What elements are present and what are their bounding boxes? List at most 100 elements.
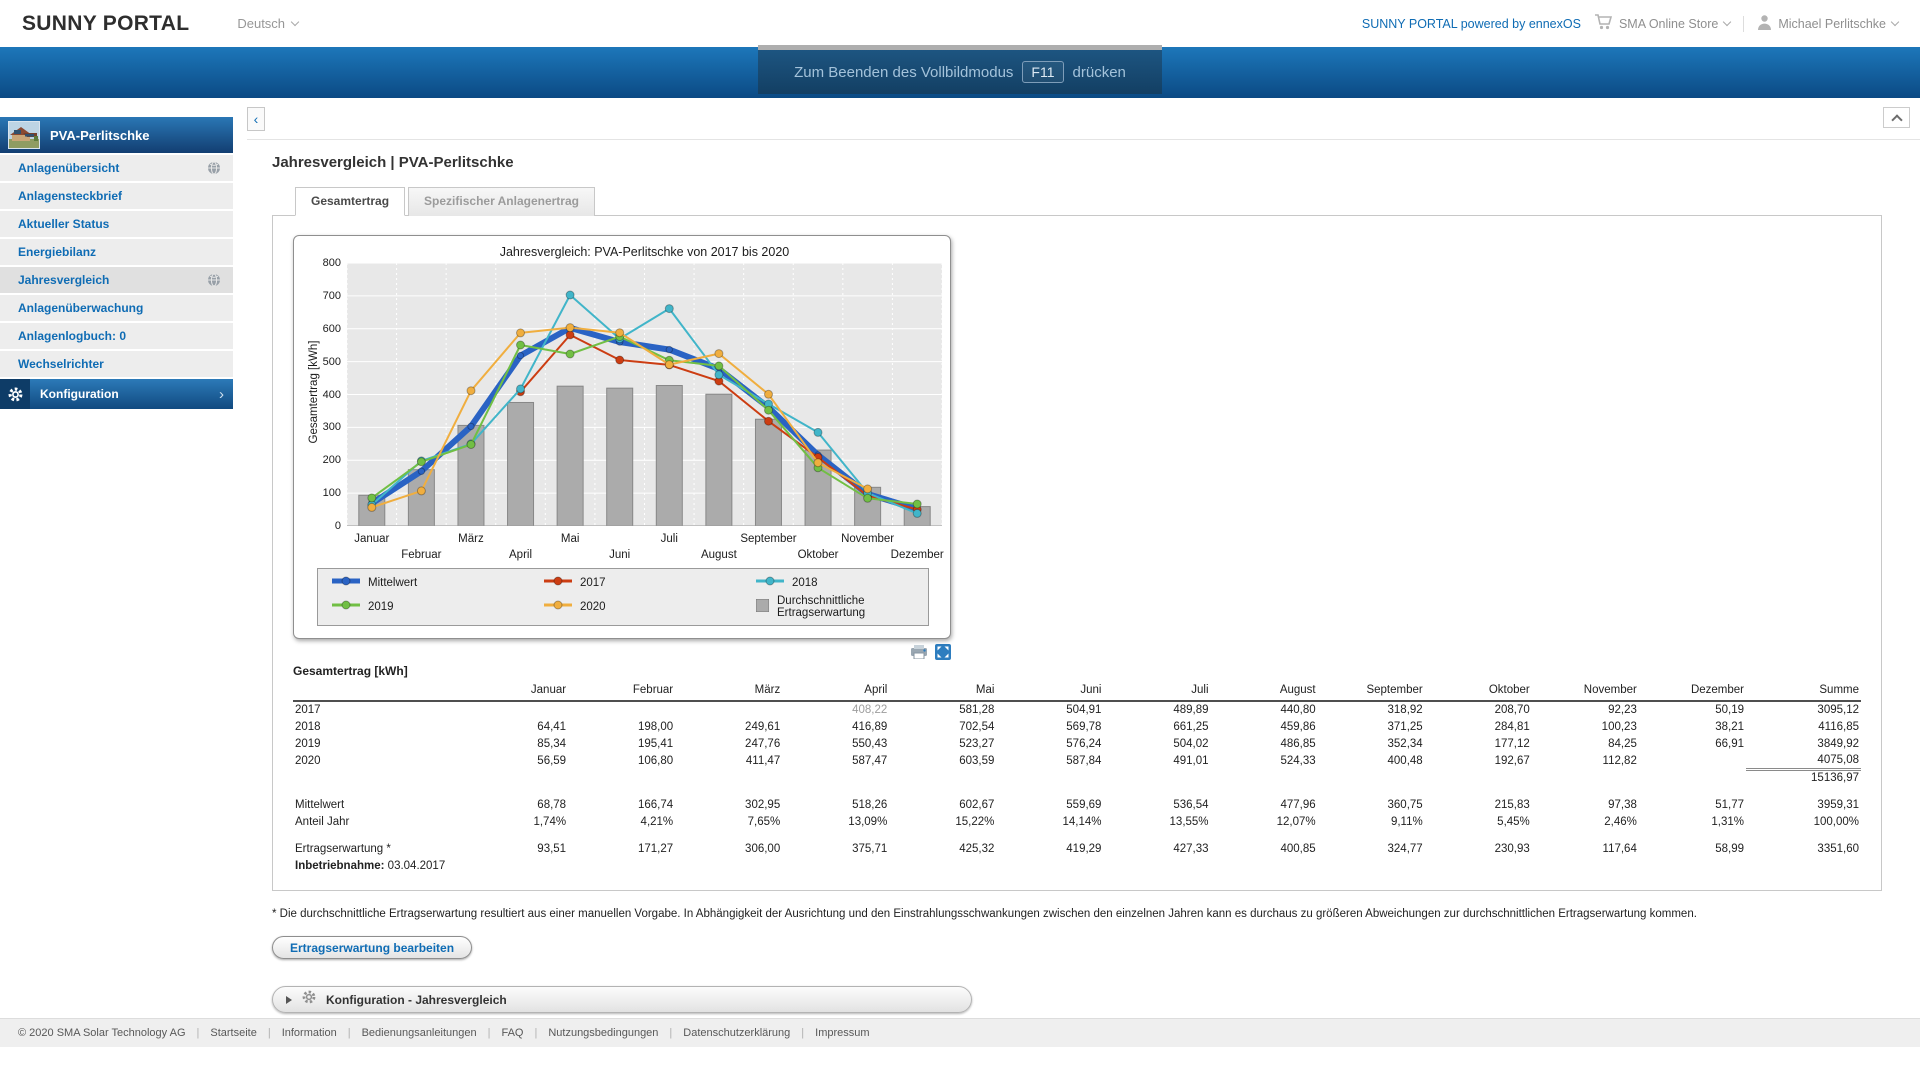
row-label: 2020 bbox=[293, 752, 461, 769]
y-tick-label: 500 bbox=[297, 356, 341, 368]
accordion-arrow-icon bbox=[286, 996, 292, 1004]
footer-link-impressum[interactable]: Impressum bbox=[815, 1027, 869, 1039]
legend-item-2019: 2019 bbox=[332, 599, 544, 614]
accordion-label: Konfiguration - Jahresvergleich bbox=[326, 993, 507, 1007]
column-header: April bbox=[782, 681, 889, 701]
footer-link-bedienungsanleitungen[interactable]: Bedienungsanleitungen bbox=[362, 1027, 477, 1039]
grand-total: 15136,97 bbox=[1746, 769, 1861, 786]
table-row-grand-total: 15136,97 bbox=[293, 769, 1861, 786]
sidebar-item-wechselrichter[interactable]: Wechselrichter bbox=[0, 351, 233, 377]
row-sum: 3351,60 bbox=[1746, 840, 1861, 857]
footer-link-information[interactable]: Information bbox=[282, 1027, 337, 1039]
y-tick-label: 700 bbox=[297, 290, 341, 302]
y-tick-label: 300 bbox=[297, 421, 341, 433]
config-accordion[interactable]: Konfiguration - Jahresvergleich bbox=[272, 986, 972, 1013]
page-title: Jahresvergleich | PVA-Perlitschke bbox=[272, 154, 1920, 171]
row-label: Anteil Jahr bbox=[293, 813, 461, 830]
table-row-ertragserwartung: Ertragserwartung *93,51171,27306,00375,7… bbox=[293, 840, 1861, 857]
chart-plot bbox=[347, 263, 942, 526]
commissioning-label: Inbetriebnahme: bbox=[295, 860, 384, 872]
x-tick-label: November bbox=[826, 533, 910, 545]
language-label: Deutsch bbox=[237, 16, 285, 31]
x-tick-label: März bbox=[429, 533, 513, 545]
x-tick-label: April bbox=[479, 549, 563, 561]
chevron-down-icon bbox=[1891, 18, 1899, 26]
column-header: September bbox=[1318, 681, 1425, 701]
column-header: Oktober bbox=[1425, 681, 1532, 701]
globe-icon bbox=[207, 161, 221, 175]
chart-title: Jahresvergleich: PVA-Perlitschke von 201… bbox=[347, 245, 942, 259]
footer-link-faq[interactable]: FAQ bbox=[501, 1027, 523, 1039]
column-header: März bbox=[675, 681, 782, 701]
legend-swatch bbox=[756, 599, 769, 615]
sidebar: PVA-Perlitschke Anlagenübersicht Anlagens… bbox=[0, 98, 233, 1018]
table-title: Gesamtertrag [kWh] bbox=[293, 664, 1861, 678]
footnote: * Die durchschnittliche Ertragserwartung… bbox=[272, 908, 1842, 920]
sidebar-collapse-button[interactable]: ‹ bbox=[247, 107, 265, 131]
x-tick-label: Juni bbox=[578, 549, 662, 561]
row-label: 2017 bbox=[293, 701, 461, 718]
table-row-anteil-jahr: Anteil Jahr1,74%4,21%7,65%13,09%15,22%14… bbox=[293, 813, 1861, 830]
sidebar-item-label: Anlagenlogbuch: 0 bbox=[18, 329, 126, 343]
sidebar-item-konfiguration[interactable]: Konfiguration › bbox=[0, 379, 233, 409]
top-header: SUNNY PORTAL Deutsch SUNNY PORTAL powere… bbox=[0, 0, 1920, 47]
legend-swatch bbox=[544, 575, 572, 590]
top-strip: ‹ bbox=[247, 98, 1920, 140]
fullscreen-icon[interactable] bbox=[935, 644, 951, 660]
tab-gesamtertrag[interactable]: Gesamtertrag bbox=[295, 187, 405, 216]
sidebar-item-anlagensteckbrief[interactable]: Anlagensteckbrief bbox=[0, 183, 233, 209]
year-comparison-chart: Jahresvergleich: PVA-Perlitschke von 201… bbox=[293, 235, 951, 639]
table-row-mittelwert: Mittelwert68,78166,74302,95518,26602,675… bbox=[293, 796, 1861, 813]
row-label: 2018 bbox=[293, 718, 461, 735]
banner-text-after: drücken bbox=[1073, 64, 1126, 81]
sidebar-item-anlagen-bersicht[interactable]: Anlagenübersicht bbox=[0, 155, 233, 181]
sidebar-item-energiebilanz[interactable]: Energiebilanz bbox=[0, 239, 233, 265]
copyright: © 2020 SMA Solar Technology AG bbox=[18, 1027, 186, 1039]
table-row-2018: 201864,41198,00249,61416,89702,54569,786… bbox=[293, 718, 1861, 735]
app-logo: SUNNY PORTAL bbox=[22, 12, 189, 36]
footer-link-nutzungsbedingungen[interactable]: Nutzungsbedingungen bbox=[548, 1027, 658, 1039]
body-row: PVA-Perlitschke Anlagenübersicht Anlagens… bbox=[0, 98, 1920, 1018]
legend-label: 2020 bbox=[580, 601, 606, 613]
table-row-2020: 202056,59106,80411,47587,47603,59587,844… bbox=[293, 752, 1861, 769]
footer-link-startseite[interactable]: Startseite bbox=[210, 1027, 256, 1039]
sidebar-item-jahresvergleich[interactable]: Jahresvergleich bbox=[0, 267, 233, 293]
scroll-top-button[interactable] bbox=[1883, 107, 1910, 128]
y-tick-label: 200 bbox=[297, 454, 341, 466]
print-chart-icon[interactable] bbox=[910, 644, 928, 660]
row-sum: 3959,31 bbox=[1746, 796, 1861, 813]
legend-label: 2017 bbox=[580, 577, 606, 589]
column-header: Februar bbox=[568, 681, 675, 701]
store-label: SMA Online Store bbox=[1619, 17, 1718, 31]
user-menu[interactable]: Michael Perlitschke bbox=[1757, 14, 1898, 33]
y-tick-label: 400 bbox=[297, 389, 341, 401]
sidebar-item-anlagenlogbuch-0[interactable]: Anlagenlogbuch: 0 bbox=[0, 323, 233, 349]
chart-toolbar bbox=[293, 644, 951, 660]
header-right: SUNNY PORTAL powered by ennexOS SMA Onli… bbox=[1362, 14, 1898, 33]
sidebar-item-anlagen-berwachung[interactable]: Anlagenüberwachung bbox=[0, 295, 233, 321]
powered-by-link[interactable]: SUNNY PORTAL powered by ennexOS bbox=[1362, 17, 1581, 31]
chevron-right-icon: › bbox=[219, 386, 233, 403]
row-label: 2019 bbox=[293, 735, 461, 752]
tab-spezifischer-anlagenertrag[interactable]: Spezifischer Anlagenertrag bbox=[408, 187, 595, 216]
config-label: Konfiguration bbox=[40, 387, 119, 401]
online-store-menu[interactable]: SMA Online Store bbox=[1594, 14, 1730, 33]
plant-name: PVA-Perlitschke bbox=[50, 128, 149, 143]
y-tick-label: 800 bbox=[297, 257, 341, 269]
footer-link-datenschutzerkl-rung[interactable]: Datenschutzerklärung bbox=[683, 1027, 790, 1039]
plant-header[interactable]: PVA-Perlitschke bbox=[0, 117, 233, 153]
x-tick-label: Januar bbox=[330, 533, 414, 545]
column-header: November bbox=[1532, 681, 1639, 701]
fullscreen-exit-banner: Zum Beenden des Vollbildmodus F11 drücke… bbox=[758, 45, 1162, 94]
language-selector[interactable]: Deutsch bbox=[237, 16, 298, 31]
row-sum: 4116,85 bbox=[1746, 718, 1861, 735]
sidebar-item-aktueller-status[interactable]: Aktueller Status bbox=[0, 211, 233, 237]
legend-item-mittelwert: Mittelwert bbox=[332, 575, 544, 590]
chevron-up-icon bbox=[1891, 114, 1902, 125]
yield-table: JanuarFebruarMärzAprilMaiJuniJuliAugustS… bbox=[293, 681, 1861, 874]
edit-expectation-button[interactable]: Ertragserwartung bearbeiten bbox=[272, 936, 472, 959]
chevron-down-icon bbox=[1723, 18, 1731, 26]
user-icon bbox=[1757, 14, 1772, 33]
sidebar-item-label: Aktueller Status bbox=[18, 217, 109, 231]
sidebar-item-label: Anlagenübersicht bbox=[18, 161, 119, 175]
